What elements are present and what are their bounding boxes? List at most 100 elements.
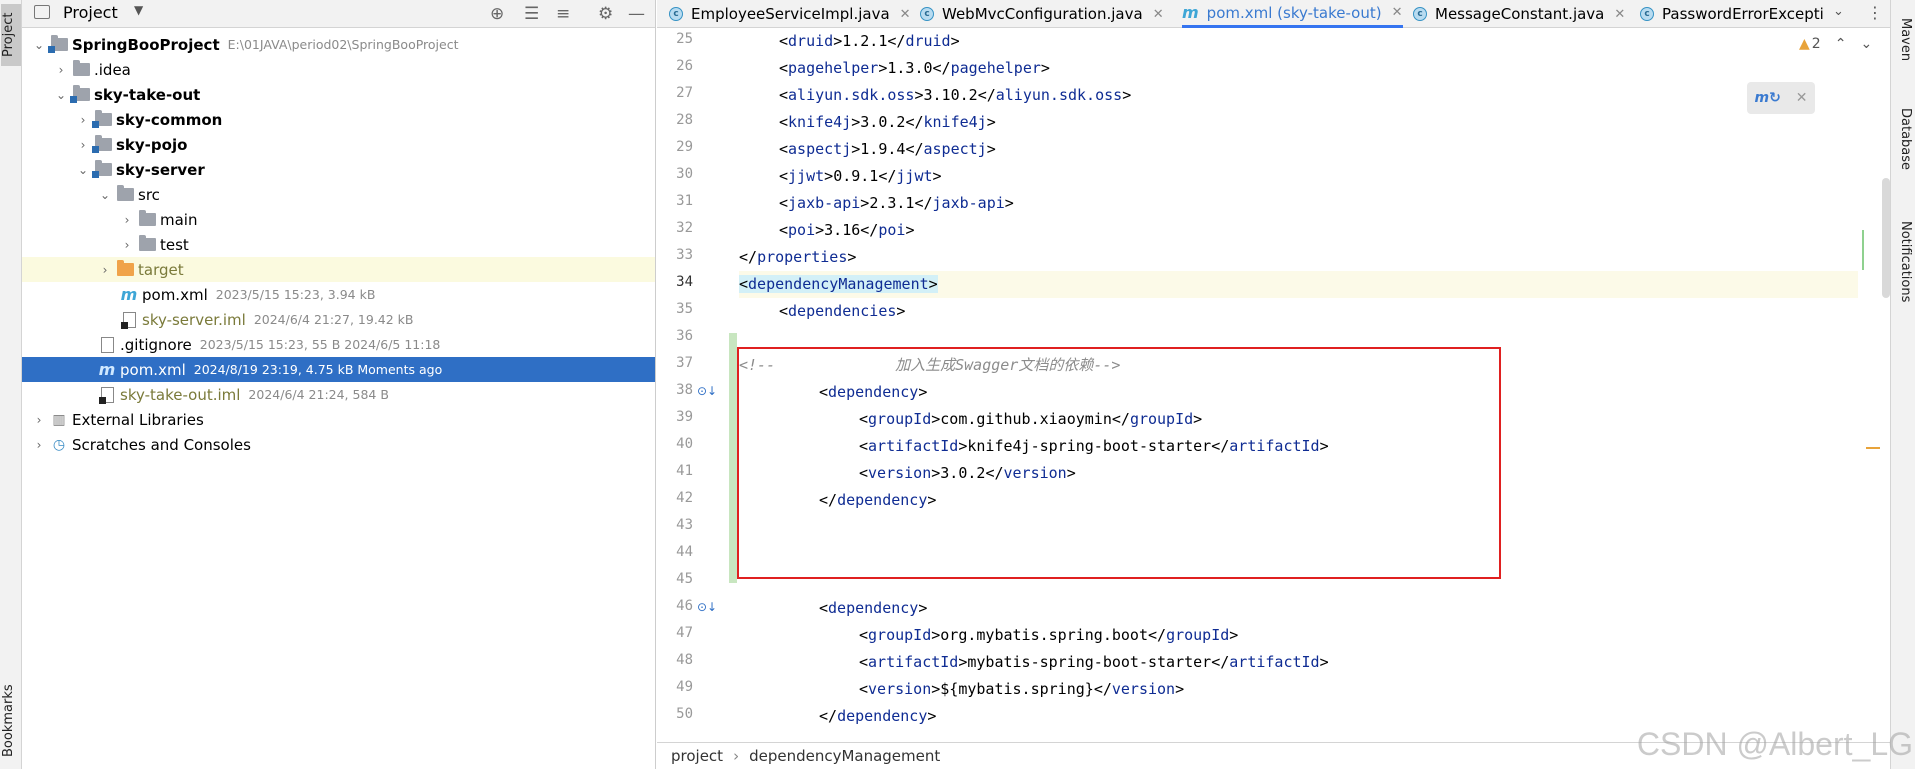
editor-tabs: c EmployeeServiceImpl.java ✕ c WebMvcCon…: [657, 0, 1890, 28]
line-number: 30: [676, 166, 693, 182]
code-line: <dependency>: [819, 599, 928, 617]
tree-item-sky-common[interactable]: › sky-common: [22, 107, 655, 132]
code-line: <knife4j>3.0.2</knife4j>: [779, 113, 996, 131]
tree-item-sky-server[interactable]: ⌄ sky-server: [22, 157, 655, 182]
chevron-right-icon[interactable]: ›: [118, 213, 136, 227]
tabs-overflow-chevron-icon[interactable]: ⌄: [1833, 4, 1844, 19]
more-options-icon[interactable]: ⋮: [1867, 3, 1883, 22]
maven-tool-button[interactable]: Maven: [1893, 10, 1913, 70]
tree-item-sky-take-out-iml[interactable]: sky-take-out.iml 2024/6/4 21:24, 584 B: [22, 382, 655, 407]
vertical-scrollbar[interactable]: [1882, 178, 1890, 298]
project-view-title[interactable]: Project: [63, 3, 118, 22]
tree-item-external-libraries[interactable]: › ▥ External Libraries: [22, 407, 655, 432]
chevron-right-icon[interactable]: ›: [96, 263, 114, 277]
code-area[interactable]: <druid>1.2.1</druid> <pagehelper>1.3.0</…: [739, 28, 1858, 742]
line-number: 27: [676, 85, 693, 101]
tree-item-target[interactable]: › target: [22, 257, 655, 282]
line-number: 25: [676, 31, 693, 47]
line-number: 33: [676, 247, 693, 263]
tree-item-label: pom.xml: [120, 360, 186, 379]
code-line: <groupId>com.github.xiaoymin</groupId>: [859, 410, 1203, 428]
project-tool-button[interactable]: Project: [1, 4, 21, 66]
chevron-right-icon[interactable]: ›: [30, 438, 48, 452]
expand-all-icon[interactable]: ☰: [524, 4, 539, 24]
code-line: <version>3.0.2</version>: [859, 464, 1076, 482]
code-line-comment: <!-- 加入生成Swagger文档的依赖-->: [739, 356, 1121, 374]
tree-item-label: src: [138, 185, 160, 204]
maven-file-icon: m: [1182, 3, 1199, 22]
code-line: <poi>3.16</poi>: [779, 221, 915, 239]
tree-item-root-pom[interactable]: m pom.xml 2024/8/19 23:19, 4.75 kB Momen…: [22, 357, 655, 382]
left-tool-strip: Project Bookmarks: [0, 0, 22, 769]
tree-item-gitignore[interactable]: .gitignore 2023/5/15 15:23, 55 B 2024/6/…: [22, 332, 655, 357]
gear-icon[interactable]: ⚙: [598, 4, 613, 24]
tree-item-meta: 2023/5/15 15:23, 3.94 kB: [215, 287, 376, 302]
database-tool-button[interactable]: Database: [1893, 98, 1913, 180]
hide-icon[interactable]: —: [628, 4, 645, 24]
close-icon[interactable]: ✕: [900, 7, 911, 22]
tree-item-scratches[interactable]: › ◷ Scratches and Consoles: [22, 432, 655, 457]
tree-item-label: sky-common: [116, 110, 223, 129]
line-number: 43: [676, 517, 693, 533]
close-icon[interactable]: ✕: [1614, 7, 1625, 22]
close-icon[interactable]: ✕: [1153, 7, 1164, 22]
tree-item-sky-server-iml[interactable]: sky-server.iml 2024/6/4 21:27, 19.42 kB: [22, 307, 655, 332]
chevron-right-icon[interactable]: ›: [118, 238, 136, 252]
vcs-change-marker: [729, 333, 737, 583]
dependency-gutter-icon[interactable]: ⊙↓: [697, 600, 717, 614]
chevron-down-icon[interactable]: ⌄: [96, 188, 114, 202]
line-number: 42: [676, 490, 693, 506]
line-number: 36: [676, 328, 693, 344]
code-line: <dependencies>: [779, 302, 906, 320]
tree-item-sky-pojo[interactable]: › sky-pojo: [22, 132, 655, 157]
line-number: 47: [676, 625, 693, 641]
chevron-right-icon[interactable]: ›: [52, 63, 70, 77]
line-number: 31: [676, 193, 693, 209]
line-number: 38: [676, 382, 693, 398]
tree-item-sky-take-out[interactable]: ⌄ sky-take-out: [22, 82, 655, 107]
chevron-right-icon[interactable]: ›: [30, 413, 48, 427]
chevron-down-icon[interactable]: ⌄: [52, 88, 70, 102]
module-folder-icon: [91, 110, 112, 128]
tab-pom-xml[interactable]: m pom.xml (sky-take-out) ✕: [1182, 0, 1403, 28]
tab-web-mvc-configuration[interactable]: c WebMvcConfiguration.java ✕: [920, 0, 1164, 28]
tree-item-meta: 2024/8/19 23:19, 4.75 kB Moments ago: [193, 362, 443, 377]
tree-item-src[interactable]: ⌄ src: [22, 182, 655, 207]
tree-item-label: Scratches and Consoles: [72, 435, 251, 454]
tree-item-meta: E:\01JAVA\period02\SpringBooProject: [227, 37, 459, 52]
close-icon[interactable]: ✕: [1392, 5, 1403, 20]
tab-password-error-exception[interactable]: c PasswordErrorExcepti: [1640, 0, 1824, 28]
code-line: <version>${mybatis.spring}</version>: [859, 680, 1185, 698]
iml-file-icon: [98, 386, 116, 404]
chevron-right-icon[interactable]: ›: [74, 138, 92, 152]
tree-item-test[interactable]: › test: [22, 232, 655, 257]
tree-item-server-pom[interactable]: m pom.xml 2023/5/15 15:23, 3.94 kB: [22, 282, 655, 307]
code-line: </dependency>: [819, 491, 937, 509]
project-view-icon: [34, 5, 50, 19]
tree-item-idea[interactable]: › .idea: [22, 57, 655, 82]
tab-employee-service-impl[interactable]: c EmployeeServiceImpl.java ✕: [669, 0, 911, 28]
chevron-down-icon[interactable]: ⌄: [74, 163, 92, 177]
dependency-gutter-icon[interactable]: ⊙↓: [697, 384, 717, 398]
tab-label: pom.xml (sky-take-out): [1206, 3, 1382, 22]
locate-icon[interactable]: ⊕: [490, 4, 504, 24]
line-number: 40: [676, 436, 693, 452]
tree-item-springbooproject[interactable]: ⌄ SpringBooProject E:\01JAVA\period02\Sp…: [22, 32, 655, 57]
tree-item-label: main: [160, 210, 198, 229]
chevron-down-icon[interactable]: ⌄: [1860, 36, 1872, 52]
line-number: 28: [676, 112, 693, 128]
tree-item-main[interactable]: › main: [22, 207, 655, 232]
breadcrumb-item[interactable]: dependencyManagement: [749, 747, 940, 765]
chevron-right-icon: ›: [733, 747, 740, 765]
chevron-right-icon[interactable]: ›: [74, 113, 92, 127]
chevron-down-icon[interactable]: ⌄: [30, 38, 48, 52]
tab-message-constant[interactable]: c MessageConstant.java ✕: [1413, 0, 1625, 28]
tree-item-meta: 2024/6/4 21:24, 584 B: [248, 387, 389, 402]
bookmarks-tool-button[interactable]: Bookmarks: [1, 678, 21, 764]
watermark: CSDN @Albert_LG: [1636, 726, 1913, 762]
chevron-down-icon[interactable]: ▼: [134, 3, 143, 17]
line-number: 29: [676, 139, 693, 155]
notifications-tool-button[interactable]: Notifications: [1893, 210, 1913, 314]
breadcrumb-item[interactable]: project: [671, 747, 723, 765]
collapse-all-icon[interactable]: ≡: [556, 4, 570, 24]
